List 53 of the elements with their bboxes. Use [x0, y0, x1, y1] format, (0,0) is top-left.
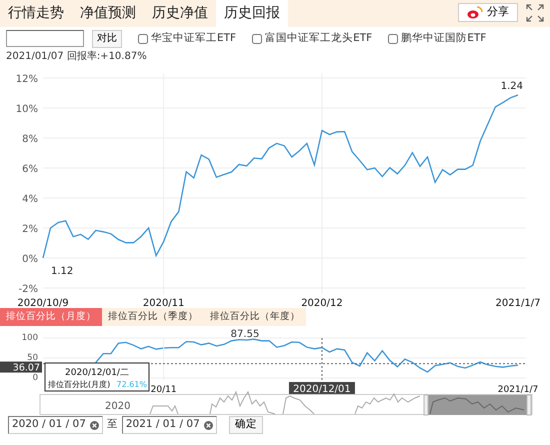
x-tick-label: 2021/1/7	[496, 298, 540, 308]
crosshair-date-label: 2020/12/01	[288, 382, 355, 395]
y-tick-label: 0	[32, 373, 38, 383]
x-tick-label: 2021/1/7	[498, 385, 538, 395]
date-field[interactable]: 2021 / 01 / 07	[122, 416, 217, 434]
checkbox-label: 富国中证军工龙头ETF	[265, 30, 372, 46]
range-handle[interactable]	[526, 394, 532, 416]
value-label: 1.24	[500, 80, 523, 92]
checkbox-label: 鹏华中证国防ETF	[401, 30, 486, 46]
tab[interactable]: 历史回报	[216, 0, 288, 27]
value-label: 87.55	[230, 329, 260, 340]
compare-button[interactable]: 对比	[92, 30, 122, 48]
y-tick-label: 4%	[22, 194, 38, 205]
fund-checkbox[interactable]	[388, 34, 398, 44]
confirm-button[interactable]: 确定	[228, 416, 263, 434]
y-tick-label: -2%	[18, 284, 38, 295]
y-tick-label: 50	[27, 353, 38, 363]
x-tick-label: 2020/12	[301, 298, 343, 308]
fullscreen-icon[interactable]	[526, 4, 544, 22]
crosshair-value-label: 36.07	[0, 362, 42, 374]
year-label: 2020	[105, 401, 130, 412]
range-selection[interactable]	[427, 395, 528, 415]
return-info: 2021/01/07 回报率:+10.87%	[5, 50, 148, 64]
tooltip-value: 72.61%	[116, 380, 147, 389]
tooltip-label: 排位百分比(月度)	[48, 380, 110, 389]
checkbox-label: 华宝中证军工ETF	[151, 30, 236, 46]
tab[interactable]: 行情走势	[0, 0, 72, 27]
clear-icon[interactable]	[90, 420, 99, 430]
tooltip-date: 2020/12/01/二	[65, 368, 129, 378]
y-tick-label: 12%	[16, 74, 38, 85]
fund-checkbox[interactable]	[252, 34, 262, 44]
range-handle[interactable]	[424, 394, 428, 416]
share-button[interactable]: 分享	[458, 3, 518, 22]
fund-checkbox[interactable]	[138, 34, 148, 44]
value-label: 1.12	[51, 266, 74, 277]
y-tick-label: 6%	[22, 164, 38, 175]
compare-field[interactable]	[6, 30, 84, 47]
y-tick-label: 8%	[22, 134, 38, 145]
tab[interactable]: 历史净值	[144, 0, 216, 27]
x-tick-label: 2020/11	[142, 298, 184, 308]
ref-line-label: 36.07	[12, 362, 40, 374]
x-tick-label: 2020/10/9	[17, 298, 69, 308]
date-field[interactable]: 2020 / 01 / 07	[8, 416, 103, 434]
range-separator: 至	[106, 417, 118, 432]
y-tick-label: 0%	[22, 254, 38, 265]
x-tick-label: 2020/12/01	[293, 384, 351, 395]
y-tick-label: 2%	[22, 224, 38, 235]
clear-icon[interactable]	[204, 420, 213, 430]
tab[interactable]: 净值预测	[72, 0, 144, 27]
x-tick-label: 20/11	[150, 385, 177, 395]
weibo-icon	[467, 6, 483, 19]
y-tick-label: 10%	[16, 104, 38, 115]
y-tick-label: 100	[22, 333, 38, 343]
